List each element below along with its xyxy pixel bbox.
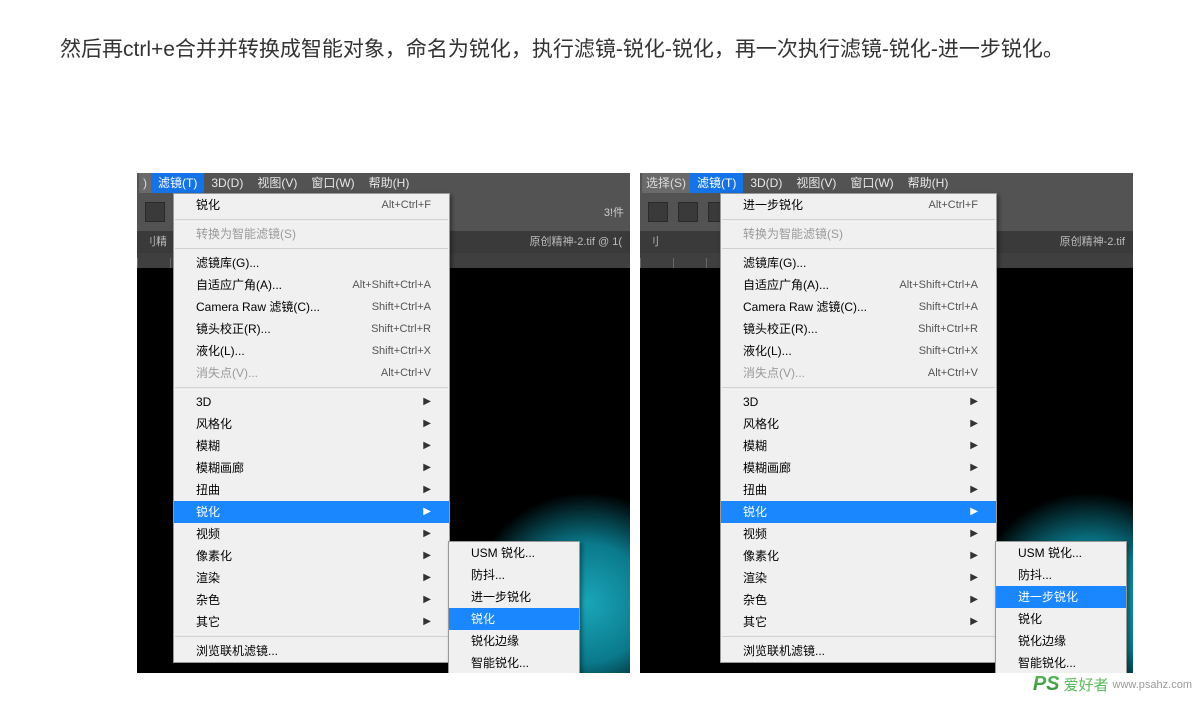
screenshot-left: ) 滤镜(T) 3D(D) 视图(V) 窗口(W) 帮助(H) 3!件 刂精 原… bbox=[137, 173, 630, 673]
menu-window[interactable]: 窗口(W) bbox=[304, 173, 361, 193]
watermark-url: www.psahz.com bbox=[1113, 679, 1192, 691]
menu-3d[interactable]: 3D(D) bbox=[743, 173, 789, 193]
filter-menu: 进一步锐化Alt+Ctrl+F 转换为智能滤镜(S) 滤镜库(G)... 自适应… bbox=[720, 193, 997, 663]
menu-item-noise[interactable]: 杂色▶ bbox=[721, 589, 996, 611]
menu-item-render[interactable]: 渲染▶ bbox=[174, 567, 449, 589]
tool-icon[interactable] bbox=[678, 202, 698, 222]
submenu-sharpen-edges[interactable]: 锐化边缘 bbox=[449, 630, 579, 652]
menu-item-filter-gallery[interactable]: 滤镜库(G)... bbox=[174, 252, 449, 274]
menu-item-sharpen[interactable]: 锐化▶ bbox=[721, 501, 996, 523]
submenu-sharpen-edges[interactable]: 锐化边缘 bbox=[996, 630, 1126, 652]
menu-item-stylize[interactable]: 风格化▶ bbox=[174, 413, 449, 435]
submenu-usm[interactable]: USM 锐化... bbox=[996, 542, 1126, 564]
submenu-sharpen[interactable]: 锐化 bbox=[996, 608, 1126, 630]
document-tab[interactable]: 刂 bbox=[640, 231, 667, 253]
submenu-usm[interactable]: USM 锐化... bbox=[449, 542, 579, 564]
menu-item-stylize[interactable]: 风格化▶ bbox=[721, 413, 996, 435]
menu-item-pixelate[interactable]: 像素化▶ bbox=[721, 545, 996, 567]
menu-item-distort[interactable]: 扭曲▶ bbox=[721, 479, 996, 501]
menu-item-other[interactable]: 其它▶ bbox=[174, 611, 449, 633]
menu-help[interactable]: 帮助(H) bbox=[901, 173, 956, 193]
menu-item-lens-correction[interactable]: 镜头校正(R)...Shift+Ctrl+R bbox=[721, 318, 996, 340]
tool-icon[interactable] bbox=[648, 202, 668, 222]
menu-item-browse-online[interactable]: 浏览联机滤镜... bbox=[721, 640, 996, 662]
document-tab[interactable]: 原创精神-2.tif @ 1( bbox=[522, 231, 630, 253]
filter-menu: 锐化Alt+Ctrl+F 转换为智能滤镜(S) 滤镜库(G)... 自适应广角(… bbox=[173, 193, 450, 663]
menu-view[interactable]: 视图(V) bbox=[789, 173, 843, 193]
menu-item-lens-correction[interactable]: 镜头校正(R)...Shift+Ctrl+R bbox=[174, 318, 449, 340]
submenu-smart-sharpen[interactable]: 智能锐化... bbox=[996, 652, 1126, 673]
submenu-shake-reduction[interactable]: 防抖... bbox=[449, 564, 579, 586]
menu-filter[interactable]: 滤镜(T) bbox=[690, 173, 743, 193]
document-tab[interactable]: 原创精神-2.tif bbox=[1052, 231, 1133, 253]
menu-item-3d[interactable]: 3D▶ bbox=[721, 391, 996, 413]
menu-filter[interactable]: 滤镜(T) bbox=[151, 173, 204, 193]
menu-item-last-filter[interactable]: 进一步锐化Alt+Ctrl+F bbox=[721, 194, 996, 216]
sharpen-submenu: USM 锐化... 防抖... 进一步锐化 锐化 锐化边缘 智能锐化... bbox=[448, 541, 580, 673]
instruction-text: 然后再ctrl+e合并并转换成智能对象，命名为锐化，执行滤镜-锐化-锐化，再一次… bbox=[60, 28, 1140, 72]
menubar-edge: 选择(S) bbox=[642, 173, 690, 193]
submenu-sharpen-more[interactable]: 进一步锐化 bbox=[449, 586, 579, 608]
document-tab[interactable]: 刂精 bbox=[137, 231, 175, 253]
menu-item-adaptive-wide[interactable]: 自适应广角(A)...Alt+Shift+Ctrl+A bbox=[174, 274, 449, 296]
toolbar-extra: 3!件 bbox=[604, 204, 630, 220]
menu-item-blur-gallery[interactable]: 模糊画廊▶ bbox=[174, 457, 449, 479]
sharpen-submenu: USM 锐化... 防抖... 进一步锐化 锐化 锐化边缘 智能锐化... bbox=[995, 541, 1127, 673]
menu-item-render[interactable]: 渲染▶ bbox=[721, 567, 996, 589]
menu-item-vanishing-point[interactable]: 消失点(V)...Alt+Ctrl+V bbox=[174, 362, 449, 384]
submenu-shake-reduction[interactable]: 防抖... bbox=[996, 564, 1126, 586]
watermark-text: 爱好者 bbox=[1064, 674, 1109, 695]
menu-item-3d[interactable]: 3D▶ bbox=[174, 391, 449, 413]
menu-window[interactable]: 窗口(W) bbox=[843, 173, 900, 193]
menu-item-convert-smart[interactable]: 转换为智能滤镜(S) bbox=[174, 223, 449, 245]
menu-item-other[interactable]: 其它▶ bbox=[721, 611, 996, 633]
menu-item-camera-raw[interactable]: Camera Raw 滤镜(C)...Shift+Ctrl+A bbox=[721, 296, 996, 318]
menubar: 选择(S) 滤镜(T) 3D(D) 视图(V) 窗口(W) 帮助(H) bbox=[640, 173, 1133, 193]
submenu-smart-sharpen[interactable]: 智能锐化... bbox=[449, 652, 579, 673]
menu-item-blur[interactable]: 模糊▶ bbox=[174, 435, 449, 457]
submenu-sharpen[interactable]: 锐化 bbox=[449, 608, 579, 630]
menu-item-video[interactable]: 视频▶ bbox=[721, 523, 996, 545]
menu-item-convert-smart[interactable]: 转换为智能滤镜(S) bbox=[721, 223, 996, 245]
menubar: ) 滤镜(T) 3D(D) 视图(V) 窗口(W) 帮助(H) bbox=[137, 173, 630, 193]
menu-item-distort[interactable]: 扭曲▶ bbox=[174, 479, 449, 501]
tool-icon[interactable] bbox=[145, 202, 165, 222]
watermark-logo: PS bbox=[1033, 673, 1060, 696]
menu-3d[interactable]: 3D(D) bbox=[204, 173, 250, 193]
menu-item-adaptive-wide[interactable]: 自适应广角(A)...Alt+Shift+Ctrl+A bbox=[721, 274, 996, 296]
menu-item-blur-gallery[interactable]: 模糊画廊▶ bbox=[721, 457, 996, 479]
submenu-sharpen-more[interactable]: 进一步锐化 bbox=[996, 586, 1126, 608]
menu-help[interactable]: 帮助(H) bbox=[362, 173, 417, 193]
menu-item-blur[interactable]: 模糊▶ bbox=[721, 435, 996, 457]
watermark: PS 爱好者 www.psahz.com bbox=[1033, 673, 1192, 696]
menu-item-sharpen[interactable]: 锐化▶ bbox=[174, 501, 449, 523]
menu-view[interactable]: 视图(V) bbox=[250, 173, 304, 193]
menu-item-last-filter[interactable]: 锐化Alt+Ctrl+F bbox=[174, 194, 449, 216]
menu-item-camera-raw[interactable]: Camera Raw 滤镜(C)...Shift+Ctrl+A bbox=[174, 296, 449, 318]
menu-item-liquify[interactable]: 液化(L)...Shift+Ctrl+X bbox=[174, 340, 449, 362]
menu-item-filter-gallery[interactable]: 滤镜库(G)... bbox=[721, 252, 996, 274]
menubar-edge: ) bbox=[139, 173, 151, 193]
menu-item-video[interactable]: 视频▶ bbox=[174, 523, 449, 545]
menu-item-liquify[interactable]: 液化(L)...Shift+Ctrl+X bbox=[721, 340, 996, 362]
menu-item-vanishing-point[interactable]: 消失点(V)...Alt+Ctrl+V bbox=[721, 362, 996, 384]
screenshot-right: 选择(S) 滤镜(T) 3D(D) 视图(V) 窗口(W) 帮助(H) 刂 原创… bbox=[640, 173, 1133, 673]
menu-item-noise[interactable]: 杂色▶ bbox=[174, 589, 449, 611]
menu-item-pixelate[interactable]: 像素化▶ bbox=[174, 545, 449, 567]
menu-item-browse-online[interactable]: 浏览联机滤镜... bbox=[174, 640, 449, 662]
